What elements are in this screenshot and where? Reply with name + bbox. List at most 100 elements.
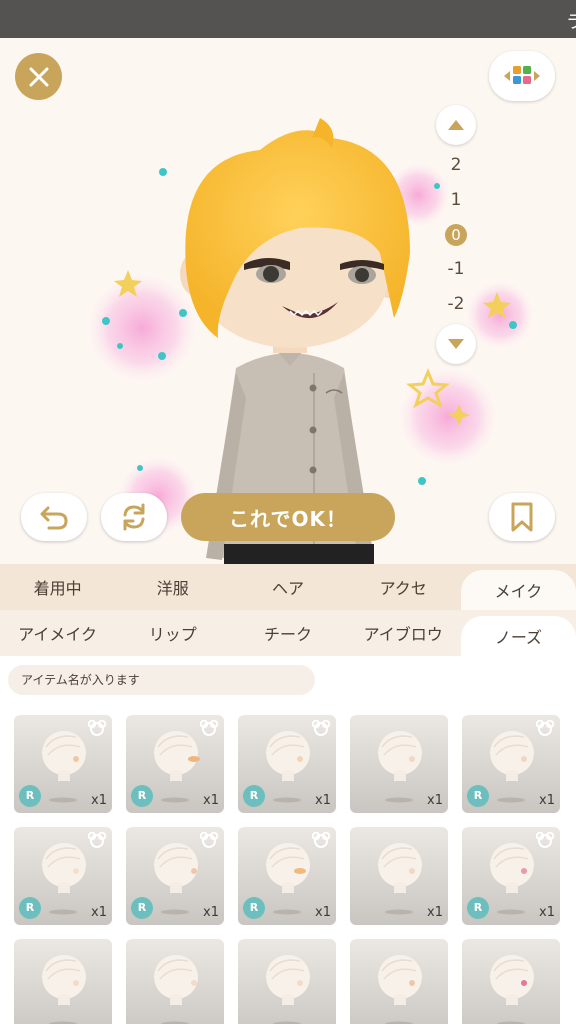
zoom-level[interactable]: -2 — [436, 294, 476, 314]
pedestal-shadow — [49, 797, 77, 803]
item-tile[interactable]: Rx1 — [462, 715, 560, 813]
pedestal-shadow — [385, 909, 413, 915]
tab-nose[interactable]: ノーズ — [460, 616, 576, 656]
zoom-control: 2 1 0 -1 -2 — [436, 105, 476, 365]
undo-icon — [40, 506, 68, 530]
zoom-level[interactable]: 1 — [436, 190, 476, 210]
item-tile[interactable]: x1 — [350, 827, 448, 925]
close-icon — [29, 67, 48, 86]
tab-hair[interactable]: ヘア — [230, 564, 345, 610]
zoom-level-current[interactable]: 0 — [445, 224, 467, 246]
item-quantity: x1 — [203, 905, 219, 920]
rarity-badge: R — [131, 897, 153, 919]
confirm-ok-button[interactable]: これでOK！ — [181, 493, 395, 541]
pedestal-shadow — [49, 909, 77, 915]
undo-button[interactable] — [21, 493, 87, 541]
mannequin-head-icon — [266, 731, 310, 781]
rarity-badge: R — [243, 897, 265, 919]
pedestal-shadow — [385, 797, 413, 803]
mannequin-head-icon — [42, 731, 86, 781]
bear-icon — [199, 719, 219, 736]
status-bar: ラ — [0, 0, 576, 38]
item-tile[interactable] — [14, 939, 112, 1024]
item-tile[interactable]: Rx1 — [126, 827, 224, 925]
sparkle-cloud — [396, 365, 500, 469]
triangle-up-icon — [448, 120, 464, 130]
bear-icon — [311, 719, 331, 736]
bookmark-icon — [511, 502, 533, 532]
category-tabs: 着用中 洋服 ヘア アクセ メイク — [0, 564, 576, 610]
triangle-down-icon — [448, 339, 464, 349]
pedestal-shadow — [161, 797, 189, 803]
mannequin-head-icon — [490, 955, 534, 1005]
pedestal-shadow — [497, 797, 525, 803]
item-tile[interactable]: Rx1 — [14, 827, 112, 925]
item-quantity: x1 — [91, 793, 107, 808]
bear-icon — [87, 719, 107, 736]
tab-accessory[interactable]: アクセ — [346, 564, 461, 610]
avatar-stage: 2 1 0 -1 -2 これでOK！ — [0, 38, 576, 564]
close-button[interactable] — [15, 53, 62, 100]
zoom-level[interactable]: -1 — [436, 259, 476, 279]
item-name-label: アイテム名が入ります — [8, 665, 315, 695]
tab-makeup[interactable]: メイク — [460, 570, 576, 610]
refresh-icon — [123, 503, 145, 531]
tab-eyebrow[interactable]: アイブロウ — [346, 610, 461, 656]
zoom-up-button[interactable] — [436, 105, 476, 145]
mannequin-head-icon — [42, 843, 86, 893]
item-quantity: x1 — [539, 793, 555, 808]
mannequin-head-icon — [266, 955, 310, 1005]
background-select-button[interactable] — [489, 51, 555, 101]
mannequin-head-icon — [42, 955, 86, 1005]
item-tile[interactable] — [462, 939, 560, 1024]
tab-cheek[interactable]: チーク — [230, 610, 345, 656]
mannequin-head-icon — [378, 731, 422, 781]
item-tile[interactable] — [238, 939, 336, 1024]
rarity-badge: R — [19, 897, 41, 919]
item-tile[interactable]: Rx1 — [238, 827, 336, 925]
tab-wearing[interactable]: 着用中 — [0, 564, 115, 610]
subcategory-tabs: アイメイク リップ チーク アイブロウ ノーズ — [0, 610, 576, 656]
pedestal-shadow — [161, 909, 189, 915]
tab-lip[interactable]: リップ — [115, 610, 230, 656]
item-tile[interactable]: Rx1 — [14, 715, 112, 813]
item-tile[interactable]: Rx1 — [238, 715, 336, 813]
mannequin-head-icon — [378, 843, 422, 893]
mannequin-head-icon — [154, 731, 200, 781]
sparkle-cloud — [84, 270, 200, 386]
item-tile[interactable]: Rx1 — [462, 827, 560, 925]
mannequin-head-icon — [154, 955, 198, 1005]
item-tile[interactable]: Rx1 — [126, 715, 224, 813]
bear-icon — [199, 831, 219, 848]
bear-icon — [311, 831, 331, 848]
tab-eye-makeup[interactable]: アイメイク — [0, 610, 115, 656]
item-tile[interactable]: x1 — [350, 715, 448, 813]
pedestal-shadow — [497, 909, 525, 915]
status-bar-text: ラ — [566, 12, 576, 33]
mannequin-head-icon — [490, 843, 534, 893]
avatar-preview — [84, 118, 536, 564]
item-tile[interactable] — [350, 939, 448, 1024]
bear-icon — [535, 719, 555, 736]
zoom-level[interactable]: 2 — [436, 155, 476, 175]
pedestal-shadow — [273, 797, 301, 803]
item-quantity: x1 — [539, 905, 555, 920]
mannequin-head-icon — [266, 843, 310, 893]
item-quantity: x1 — [427, 905, 443, 920]
item-quantity: x1 — [315, 793, 331, 808]
item-quantity: x1 — [91, 905, 107, 920]
pedestal-shadow — [273, 909, 301, 915]
rarity-badge: R — [467, 785, 489, 807]
item-quantity: x1 — [315, 905, 331, 920]
randomize-button[interactable] — [101, 493, 167, 541]
item-tile[interactable] — [126, 939, 224, 1024]
zoom-down-button[interactable] — [436, 324, 476, 364]
tab-clothes[interactable]: 洋服 — [115, 564, 230, 610]
rarity-badge: R — [243, 785, 265, 807]
bookmark-button[interactable] — [489, 493, 555, 541]
bear-icon — [535, 831, 555, 848]
item-list-panel: アイテム名が入ります Rx1 Rx1 Rx1 x1 Rx1 Rx1 Rx1 Rx1 x1 Rx1 — [0, 656, 576, 1024]
item-quantity: x1 — [203, 793, 219, 808]
rarity-badge: R — [467, 897, 489, 919]
mannequin-head-icon — [154, 843, 198, 893]
